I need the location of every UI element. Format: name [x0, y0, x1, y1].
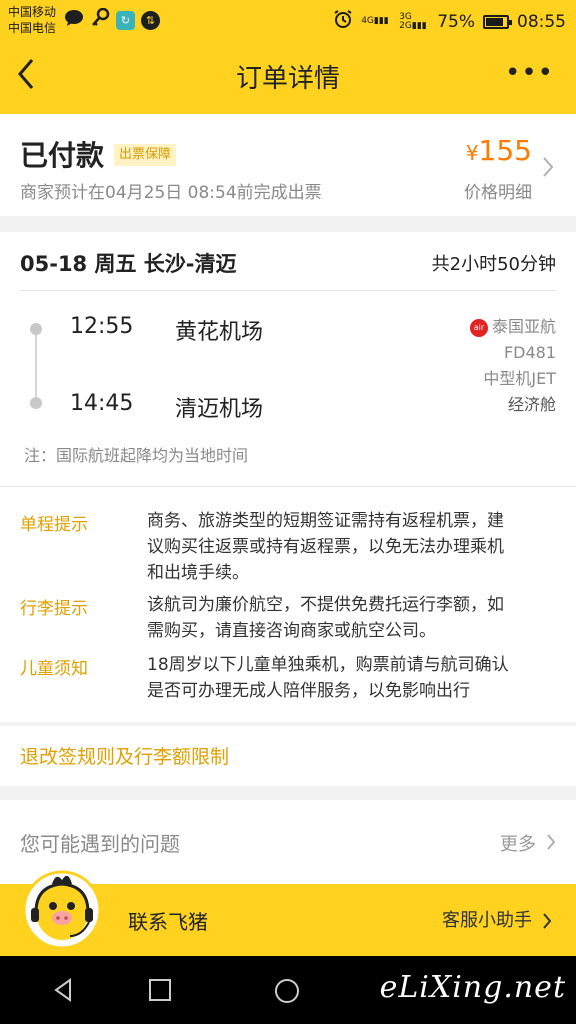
- chevron-right-icon[interactable]: [542, 912, 552, 930]
- app-icon: ↻: [116, 10, 135, 30]
- depart-dot: [30, 323, 42, 335]
- tip-line: 和出境手续。: [147, 563, 249, 583]
- faq-title: 您可能遇到的问题: [20, 832, 180, 856]
- watermark: eLiXing.net: [379, 970, 566, 1005]
- local-time-note: 注：国际航班起降均为当地时间: [24, 446, 249, 465]
- flight-number: FD481: [503, 343, 556, 362]
- chevron-right-icon[interactable]: [546, 833, 556, 851]
- airline-name: 泰国亚航: [491, 317, 556, 336]
- order-status: 已付款: [20, 139, 105, 172]
- divider: [20, 290, 556, 291]
- divider: [0, 486, 576, 487]
- currency-symbol: ¥: [465, 141, 479, 165]
- tip-label-oneway: 单程提示: [20, 515, 88, 535]
- flight-duration: 共2小时50分钟: [431, 254, 556, 275]
- chat-icon: [64, 9, 84, 31]
- timeline-line: [35, 335, 37, 397]
- arrive-airport: 清迈机场: [175, 397, 264, 422]
- price-amount: 155: [478, 134, 532, 167]
- key-icon: [90, 7, 110, 32]
- tip-text-baggage: 该航司为廉价航空，不提供免费托运行李额，如 需购买，请直接咨询商家或航空公司。: [147, 592, 557, 644]
- more-button[interactable]: •••: [505, 58, 554, 88]
- carrier-2: 中国电信: [8, 21, 57, 35]
- tip-line: 商务、旅游类型的短期签证需持有返程机票，建: [147, 511, 504, 531]
- battery-percent: 75%: [437, 11, 475, 32]
- price-detail-link[interactable]: 价格明细: [464, 178, 532, 203]
- alarm-icon: [333, 9, 353, 34]
- airasia-logo-icon: air: [469, 318, 488, 337]
- clock: 08:55: [517, 11, 566, 32]
- recent-apps-icon[interactable]: [148, 978, 172, 1002]
- back-triangle-icon[interactable]: [52, 978, 74, 1002]
- order-status-card: 已付款 出票保障 商家预计在04月25日 08:54前完成出票 ¥155 价格明…: [0, 114, 576, 216]
- status-right: 4G▮▮▮ 3G 2G▮▮▮ 75% 08:55: [333, 9, 566, 34]
- faq-more-link[interactable]: 更多: [500, 830, 536, 856]
- tip-text-children: 18周岁以下儿童单独乘机，购票前请与航司确认 是否可办理无成人陪伴服务，以免影响…: [147, 652, 557, 704]
- network-type-2: 3G 2G: [399, 11, 412, 31]
- top-header: 中国移动 中国电信 ↻ ⇅ 4G▮▮▮ 3G 2G▮▮▮ 75% 08:55 订…: [0, 0, 576, 114]
- refund-baggage-rules-link[interactable]: 退改签规则及行李额限制: [20, 742, 229, 769]
- tip-line: 该航司为廉价航空，不提供免费托运行李额，如: [147, 595, 504, 615]
- home-circle-icon[interactable]: [274, 978, 300, 1004]
- airline-row: air 泰国亚航: [469, 314, 556, 340]
- service-assistant-link[interactable]: 客服小助手: [442, 906, 532, 932]
- tip-line: 是否可办理无成人陪伴服务，以免影响出行: [147, 681, 470, 701]
- carrier-1: 中国移动: [8, 5, 57, 19]
- data-transfer-icon: ⇅: [141, 10, 160, 30]
- signal-1-icon: 4G▮▮▮: [361, 16, 389, 26]
- tip-line: 议购买往返票或持有返程票，以免无法办理乘机: [147, 537, 504, 557]
- tip-line: 18周岁以下儿童单独乘机，购票前请与航司确认: [147, 655, 509, 675]
- contact-fliggy-label[interactable]: 联系飞猪: [128, 906, 208, 935]
- tip-line: 需购买，请直接咨询商家或航空公司。: [147, 621, 436, 641]
- fliggy-mascot-avatar[interactable]: [22, 862, 102, 954]
- arrive-dot: [30, 397, 42, 409]
- flight-info-card: 05-18 周五 长沙-清迈 共2小时50分钟 12:55 黄花机场 14:45…: [0, 232, 576, 722]
- signal-2-icon: 3G 2G▮▮▮: [399, 11, 427, 31]
- tip-label-baggage: 行李提示: [20, 599, 88, 619]
- depart-airport: 黄花机场: [175, 320, 264, 345]
- battery-icon: [483, 14, 512, 29]
- chevron-right-icon[interactable]: [542, 156, 554, 178]
- status-bar: 中国移动 中国电信 ↻ ⇅ 4G▮▮▮ 3G 2G▮▮▮ 75% 08:55: [0, 0, 576, 40]
- flight-route: 05-18 周五 长沙-清迈: [20, 252, 237, 276]
- arrive-time: 14:45: [70, 391, 134, 416]
- rules-card: 退改签规则及行李额限制: [0, 726, 576, 786]
- tip-label-children: 儿童须知: [20, 659, 88, 679]
- nav-bar: 订单详情 •••: [0, 44, 576, 110]
- cabin-class: 经济舱: [507, 395, 556, 414]
- tip-text-oneway: 商务、旅游类型的短期签证需持有返程机票，建 议购买往返票或持有返程票，以免无法办…: [147, 508, 557, 586]
- carrier-names: 中国移动 中国电信: [8, 4, 56, 36]
- ticketing-eta: 商家预计在04月25日 08:54前完成出票: [20, 183, 322, 203]
- aircraft-type: 中型机JET: [483, 369, 556, 388]
- depart-time: 12:55: [70, 314, 134, 339]
- system-nav-bar: eLiXing.net: [0, 956, 576, 1024]
- airline-info: air 泰国亚航 FD481 中型机JET 经济舱: [469, 314, 556, 418]
- network-type-1: 4G: [361, 16, 374, 26]
- page-title: 订单详情: [235, 64, 340, 94]
- notification-icons: ↻ ⇅: [64, 7, 160, 32]
- ticket-guarantee-badge: 出票保障: [114, 144, 177, 166]
- order-price: ¥155: [466, 134, 532, 167]
